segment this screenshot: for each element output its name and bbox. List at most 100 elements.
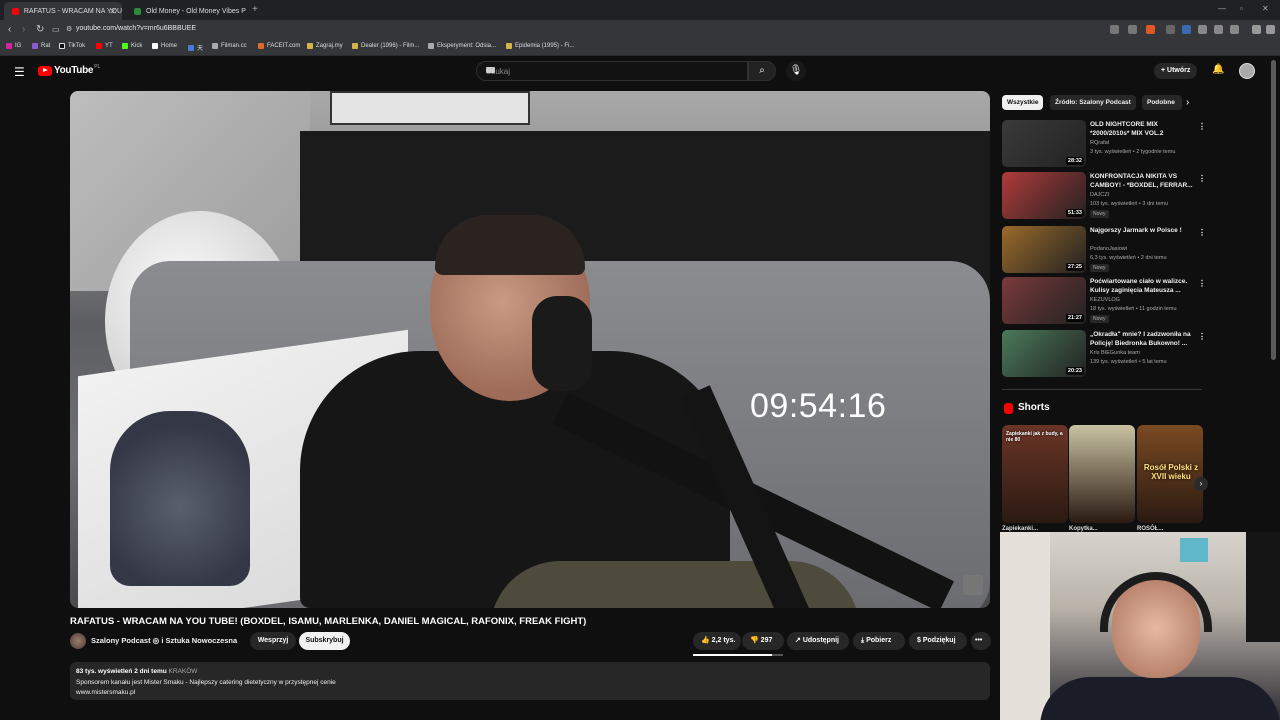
video-thumbnail[interactable]: 20:23 [1002, 330, 1086, 377]
share-button[interactable]: ↗ Udostępnij [787, 632, 849, 650]
bookmark-item[interactable]: Zagraj.my [307, 43, 343, 49]
video-thumbnail[interactable]: 51:33 [1002, 172, 1086, 219]
chip-similar[interactable]: Podobne [1142, 95, 1182, 110]
recommendation-title[interactable]: Najgorszy Jarmark w Polsce ! [1090, 226, 1196, 235]
browser-tab[interactable]: Old Money - Old Money Vibes P [126, 2, 248, 20]
new-tab-icon[interactable]: + [252, 4, 258, 15]
recommendation-channel[interactable]: KEZUVLOG [1090, 297, 1120, 303]
video-player[interactable]: 09:54:16 [70, 91, 990, 608]
youtube-logo[interactable]: YouTube PL [38, 64, 100, 76]
channel-watermark-icon[interactable] [963, 575, 983, 595]
recommendation-title[interactable]: KONFRONTACJA NIKITA VS CAMBOY! - *BOXDEL… [1090, 172, 1196, 190]
bookmark-item[interactable]: Filman.cc [212, 43, 247, 49]
cast-icon[interactable] [1110, 25, 1119, 34]
maximize-icon[interactable]: ▫ [1240, 4, 1243, 13]
recommendation-channel[interactable]: PodanoJasiowi [1090, 246, 1127, 252]
bookmark-item[interactable]: YT [96, 43, 113, 49]
forward-icon[interactable]: › [22, 24, 25, 35]
recommendation-channel[interactable]: Kris BIEGunka team [1090, 350, 1140, 356]
reload-icon[interactable]: ↻ [36, 24, 44, 35]
more-options-icon[interactable]: ⋮ [1198, 332, 1206, 341]
bookmark-item[interactable]: TikTok [59, 43, 85, 49]
bookmark-item[interactable]: Rat [32, 43, 50, 49]
subscribe-button[interactable]: Subskrybuj [299, 632, 350, 650]
close-icon[interactable]: ✕ [109, 7, 116, 16]
minimize-icon[interactable]: — [1218, 4, 1226, 13]
chevron-right-icon[interactable]: › [1194, 477, 1208, 491]
bookmark-item[interactable]: Epidemia (1995) - Fi... [506, 43, 574, 49]
scrollbar[interactable] [1271, 60, 1276, 360]
search-input[interactable]: Szukaj [476, 61, 748, 81]
brave-shield-icon[interactable] [1146, 25, 1155, 34]
channel-name[interactable]: Szalony Podcast ◎ i Sztuka Nowoczesna [91, 636, 237, 645]
support-button[interactable]: Wesprzyj [250, 632, 296, 650]
media-icon[interactable] [1252, 25, 1261, 34]
video-thumbnail[interactable]: 21:27 [1002, 277, 1086, 324]
more-actions-button[interactable]: ••• [971, 632, 991, 650]
more-options-icon[interactable]: ⋮ [1198, 174, 1206, 183]
description-link[interactable]: www.mistersmaku.pl [76, 689, 135, 696]
video-overlay-time: 09:54:16 [750, 387, 887, 425]
bookmark-item[interactable]: IG [6, 43, 21, 49]
hamburger-menu-icon[interactable]: ☰ [14, 65, 25, 79]
video-thumbnail[interactable]: 28:32 [1002, 120, 1086, 167]
logo-text: YouTube [54, 65, 94, 76]
recommendation-item[interactable]: 27:25 Najgorszy Jarmark w Polsce ! PodanoJ… [1002, 226, 1206, 276]
video-thumbnail[interactable]: 27:25 [1002, 226, 1086, 273]
chip-source[interactable]: Źródło: Szalony Podcast [1050, 95, 1136, 110]
video-description[interactable]: 83 tys. wyświetleń 2 dni temu KRAKÓW Spo… [70, 662, 990, 700]
thanks-button[interactable]: $ Podziękuj [909, 632, 967, 650]
filter-chips: Wszystkie Źródło: Szalony Podcast Podobn… [1002, 95, 1202, 111]
download-button[interactable]: ⤓ Pobierz [853, 632, 905, 650]
chevron-right-icon[interactable]: › [1186, 97, 1189, 108]
more-options-icon[interactable]: ⋮ [1198, 122, 1206, 131]
more-options-icon[interactable]: ⋮ [1198, 279, 1206, 288]
bookmark-icon[interactable]: ▭ [52, 25, 60, 34]
more-options-icon[interactable]: ⋮ [1198, 228, 1206, 237]
bell-icon[interactable]: 🔔 [1212, 64, 1224, 75]
download-icon[interactable] [1214, 25, 1223, 34]
location-tag[interactable]: KRAKÓW [169, 668, 198, 675]
bookmark-item[interactable]: Kick [122, 43, 142, 49]
bookmark-item[interactable]: 天 [188, 43, 203, 52]
recommendation-item[interactable]: 51:33 KONFRONTACJA NIKITA VS CAMBOY! - *B… [1002, 172, 1206, 222]
recommendation-channel[interactable]: DAJCZI [1090, 192, 1109, 198]
menu-icon[interactable] [1266, 25, 1275, 34]
channel-avatar[interactable] [70, 633, 86, 649]
recommendation-item[interactable]: 28:32 OLD NIGHTCORE MIX *2000/2010s* MIX … [1002, 120, 1206, 170]
like-button[interactable]: 👍 2,2 tys. [693, 632, 741, 650]
dislike-button[interactable]: 👎 297 [742, 632, 784, 650]
recommendation-channel[interactable]: RQrafał [1090, 140, 1109, 146]
extension-icon[interactable] [1166, 25, 1175, 34]
bookmark-item[interactable]: FACEIT.com [258, 43, 300, 49]
url-field[interactable]: youtube.com/watch?v=mr6u6BBBUEE [76, 25, 196, 32]
extension-icon[interactable] [1182, 25, 1191, 34]
site-info-icon[interactable]: ⚙ [66, 25, 72, 33]
short-item[interactable]: Rosół Polski z XVII wieku [1137, 425, 1203, 523]
tab-title: RAFATUS - WRACAM NA YOU [23, 7, 122, 15]
search-button[interactable]: ⌕ [748, 61, 776, 81]
back-icon[interactable]: ‹ [8, 24, 11, 35]
chip-all[interactable]: Wszystkie [1002, 95, 1044, 110]
recommendation-title[interactable]: Poćwiartowane ciało w walizce. Kulisy za… [1090, 277, 1196, 295]
recommendation-title[interactable]: „Okradła" mnie? I zadzwoniła na Policję!… [1090, 330, 1196, 348]
bookmark-item[interactable]: Dealer (1996) - Film... [352, 43, 419, 49]
bookmark-item[interactable]: Eksperyment: Odsia... [428, 43, 496, 49]
recommendation-item[interactable]: 20:23 „Okradła" mnie? I zadzwoniła na Pol… [1002, 330, 1206, 380]
bookmark-item[interactable]: Home [152, 43, 177, 49]
recommendation-title[interactable]: OLD NIGHTCORE MIX *2000/2010s* MIX VOL.2 [1090, 120, 1196, 138]
browser-tab-active[interactable]: RAFATUS - WRACAM NA YOU ✕ [4, 2, 122, 20]
extensions-puzzle-icon[interactable] [1198, 25, 1207, 34]
close-window-icon[interactable]: ✕ [1262, 4, 1269, 13]
video-duration: 51:33 [1065, 209, 1084, 217]
create-button[interactable]: + Utwórz [1154, 63, 1198, 79]
account-avatar[interactable] [1239, 63, 1255, 79]
youtube-favicon-icon [12, 7, 19, 15]
wallet-icon[interactable] [1230, 25, 1239, 34]
short-item[interactable]: Zapiekanki jak z budy, a nie 80 [1002, 425, 1068, 523]
share-icon[interactable] [1128, 25, 1137, 34]
keyboard-icon[interactable] [486, 67, 495, 73]
short-item[interactable] [1069, 425, 1135, 523]
voice-search-button[interactable]: 🎙 [786, 61, 806, 81]
recommendation-item[interactable]: 21:27 Poćwiartowane ciało w walizce. Kuli… [1002, 277, 1206, 327]
